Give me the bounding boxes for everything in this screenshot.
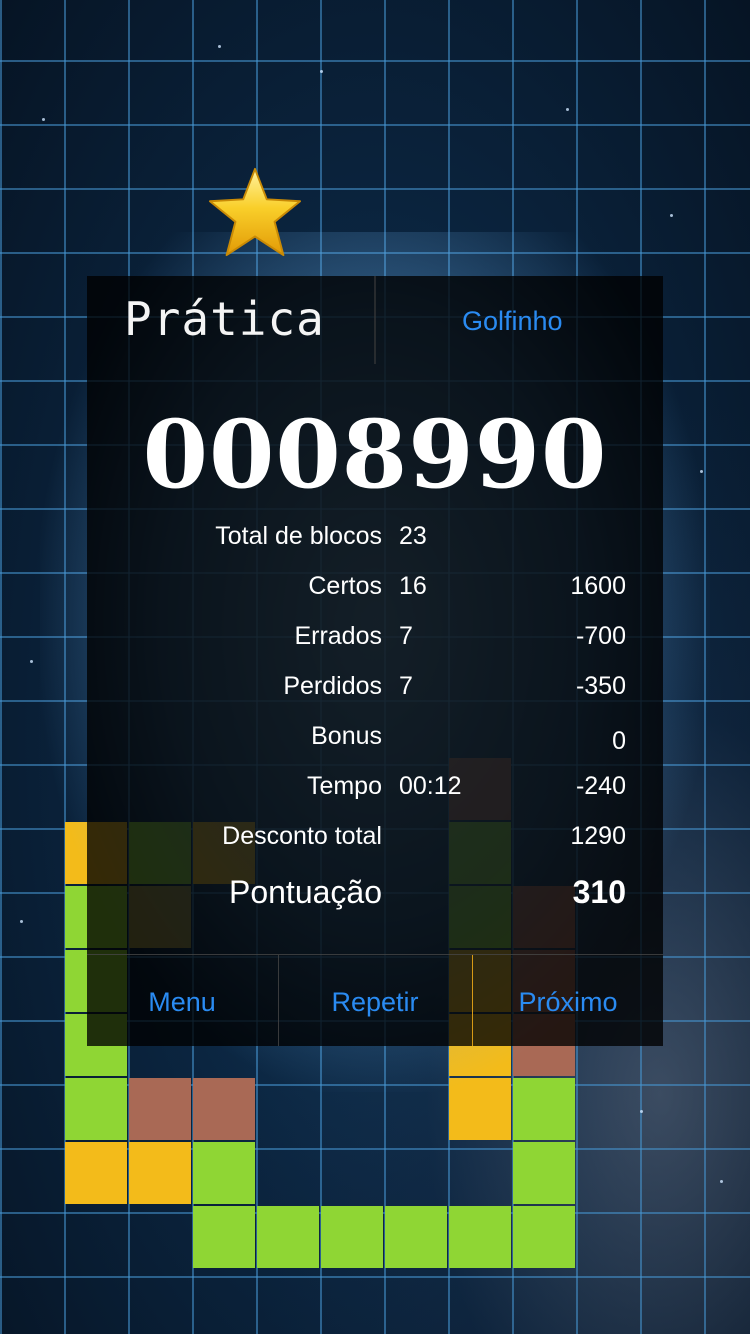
block-green xyxy=(513,1142,575,1204)
score-display: 0008990 xyxy=(142,400,608,510)
background-star xyxy=(42,118,45,121)
stat-points: 0 xyxy=(612,727,626,755)
button-bar: Menu Repetir Próximo xyxy=(87,955,663,1046)
background-star xyxy=(670,214,673,217)
block-green xyxy=(321,1206,383,1268)
background-star xyxy=(566,108,569,111)
stat-points: -700 xyxy=(575,622,626,650)
stat-row-missed: Perdidos 7 -350 xyxy=(87,672,663,712)
retry-button[interactable]: Repetir xyxy=(279,955,471,1046)
header-divider xyxy=(374,276,376,364)
stat-count: 23 xyxy=(399,522,427,550)
final-score-label: Pontuação xyxy=(228,874,382,910)
background-star xyxy=(720,1180,723,1183)
stat-label: Tempo xyxy=(306,772,382,800)
block-yellow xyxy=(65,1142,127,1204)
stat-points: -350 xyxy=(575,672,626,700)
stat-label: Errados xyxy=(294,622,382,650)
stat-row-wrong: Errados 7 -700 xyxy=(87,622,663,662)
background-star xyxy=(30,660,33,663)
stat-row-correct: Certos 16 1600 xyxy=(87,572,663,612)
final-score-row: Pontuação 310 xyxy=(87,874,663,914)
block-green xyxy=(193,1142,255,1204)
stat-label: Perdidos xyxy=(283,672,382,700)
stat-row-total-blocks: Total de blocos 23 xyxy=(87,522,663,562)
stat-points: 1600 xyxy=(570,572,626,600)
background-star xyxy=(640,1110,643,1113)
stat-count: 7 xyxy=(399,672,413,700)
background-star xyxy=(218,45,221,48)
stat-count: 7 xyxy=(399,622,413,650)
stat-count: 16 xyxy=(399,572,427,600)
stat-label: Bonus xyxy=(311,722,382,750)
stat-row-bonus: Bonus 0 xyxy=(87,722,663,762)
stat-label: Certos xyxy=(308,572,382,600)
block-green xyxy=(449,1206,511,1268)
block-green xyxy=(513,1206,575,1268)
next-button[interactable]: Próximo xyxy=(473,955,663,1046)
background-star xyxy=(20,920,23,923)
block-green xyxy=(257,1206,319,1268)
stat-row-time: Tempo 00:12 -240 xyxy=(87,772,663,812)
block-green xyxy=(385,1206,447,1268)
stat-points: -240 xyxy=(575,772,626,800)
star-icon xyxy=(208,167,302,257)
button-divider xyxy=(472,955,473,1046)
button-divider xyxy=(278,955,279,1046)
page-title: Prática xyxy=(124,292,325,346)
stat-count: 00:12 xyxy=(399,772,462,800)
background-star xyxy=(320,70,323,73)
mode-label: Golfinho xyxy=(462,306,563,336)
stat-row-total-discount: Desconto total 1290 xyxy=(87,822,663,862)
stat-label: Desconto total xyxy=(222,822,382,850)
final-score-value: 310 xyxy=(572,874,626,910)
menu-button[interactable]: Menu xyxy=(87,955,277,1046)
block-yellow xyxy=(129,1142,191,1204)
stat-points: 1290 xyxy=(570,822,626,850)
block-green xyxy=(193,1206,255,1268)
stat-label: Total de blocos xyxy=(215,522,382,550)
